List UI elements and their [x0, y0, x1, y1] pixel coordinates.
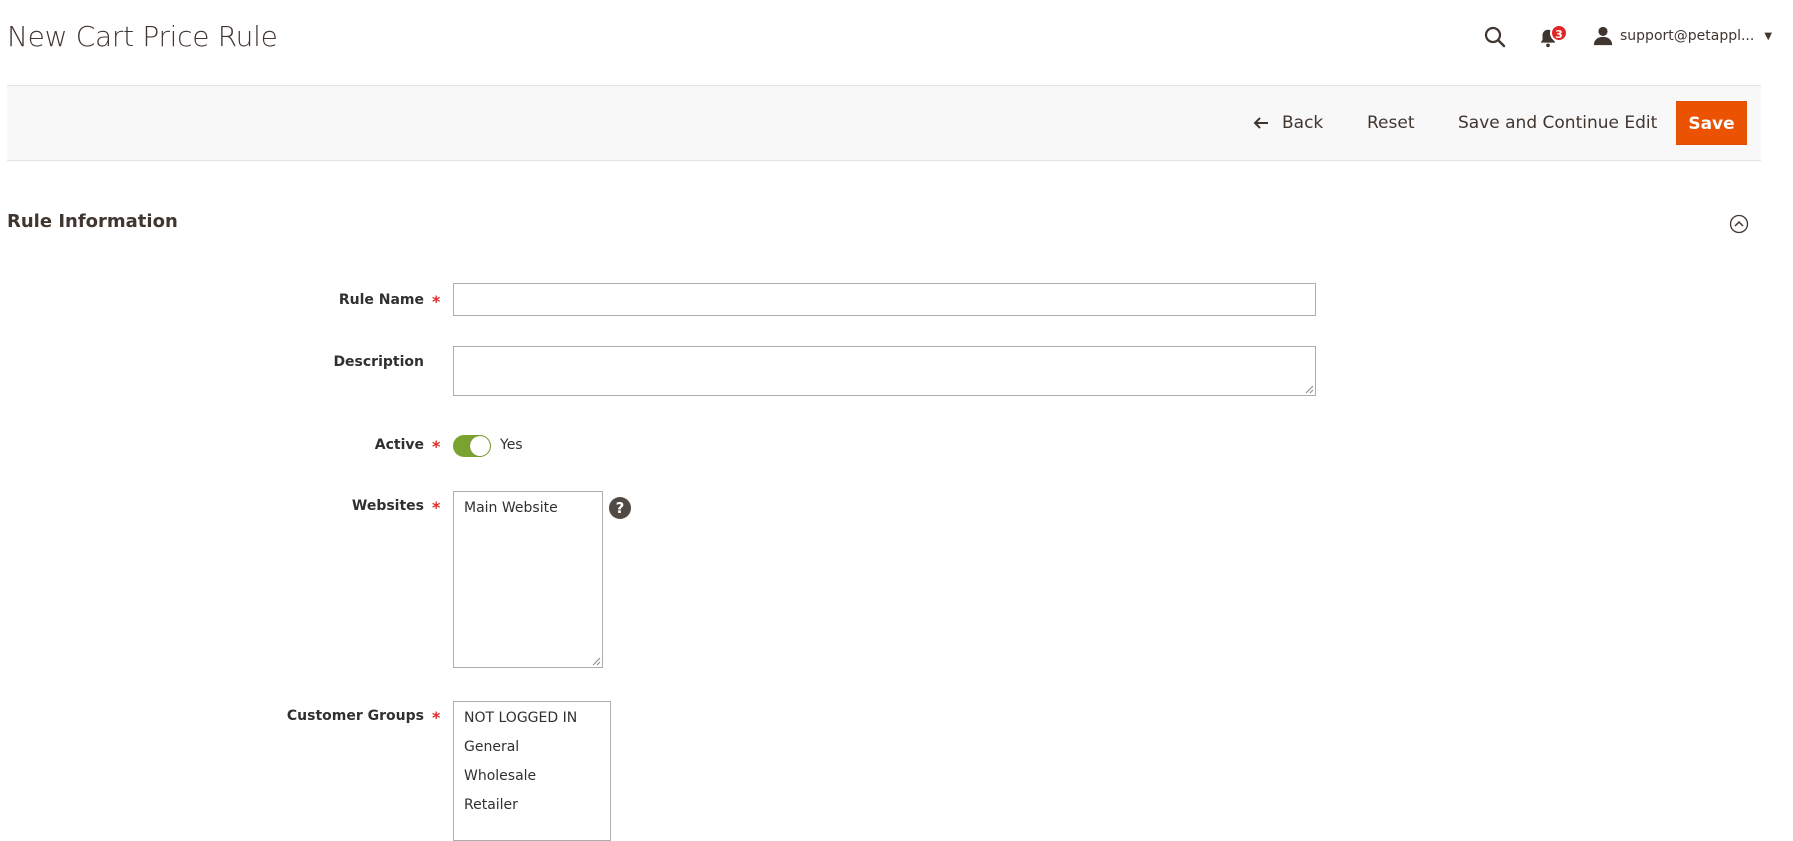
rule-name-label: Rule Name: [338, 292, 424, 308]
resize-handle-icon[interactable]: [1305, 385, 1314, 394]
active-label: Active: [374, 437, 424, 453]
customer-group-option[interactable]: General: [454, 733, 610, 762]
description-label: Description: [333, 354, 424, 370]
websites-label: Websites: [351, 498, 424, 514]
customer-group-option[interactable]: NOT LOGGED IN: [454, 704, 610, 733]
rule-name-input[interactable]: [453, 283, 1316, 316]
save-button[interactable]: Save: [1676, 101, 1747, 145]
required-marker: *: [432, 498, 441, 517]
active-state-label: Yes: [500, 437, 523, 453]
help-icon[interactable]: ?: [609, 497, 631, 519]
search-icon[interactable]: [1483, 25, 1507, 49]
customer-groups-label: Customer Groups: [286, 708, 424, 724]
user-name: support@petappl...: [1620, 28, 1755, 44]
required-marker: *: [432, 437, 441, 456]
section-title[interactable]: Rule Information: [7, 211, 178, 232]
website-option[interactable]: Main Website: [454, 495, 602, 521]
arrow-left-icon: [1253, 117, 1268, 129]
back-label: Back: [1282, 113, 1324, 133]
customer-group-option[interactable]: Wholesale: [454, 762, 610, 791]
active-toggle[interactable]: [453, 435, 491, 457]
description-textarea[interactable]: [453, 346, 1316, 396]
reset-button[interactable]: Reset: [1367, 86, 1415, 160]
save-and-continue-button[interactable]: Save and Continue Edit: [1458, 86, 1657, 160]
required-marker: *: [432, 292, 441, 311]
resize-handle-icon[interactable]: [592, 657, 601, 666]
collapse-chevron-icon[interactable]: [1729, 214, 1749, 234]
required-marker: *: [432, 708, 441, 727]
page-title: New Cart Price Rule: [7, 20, 278, 53]
customer-group-option[interactable]: Retailer: [454, 791, 610, 820]
customer-groups-multiselect[interactable]: NOT LOGGED IN General Wholesale Retailer: [453, 701, 611, 841]
chevron-down-icon: ▼: [1764, 30, 1773, 42]
page-actions-bar: Back Reset Save and Continue Edit Save: [7, 85, 1761, 161]
websites-multiselect[interactable]: Main Website: [453, 491, 603, 668]
notification-badge: 3: [1550, 24, 1568, 42]
toggle-knob: [470, 436, 490, 456]
back-button[interactable]: Back: [1252, 86, 1323, 160]
user-account-menu[interactable]: support@petappl... ▼: [1592, 24, 1772, 48]
user-icon: [1593, 26, 1613, 46]
